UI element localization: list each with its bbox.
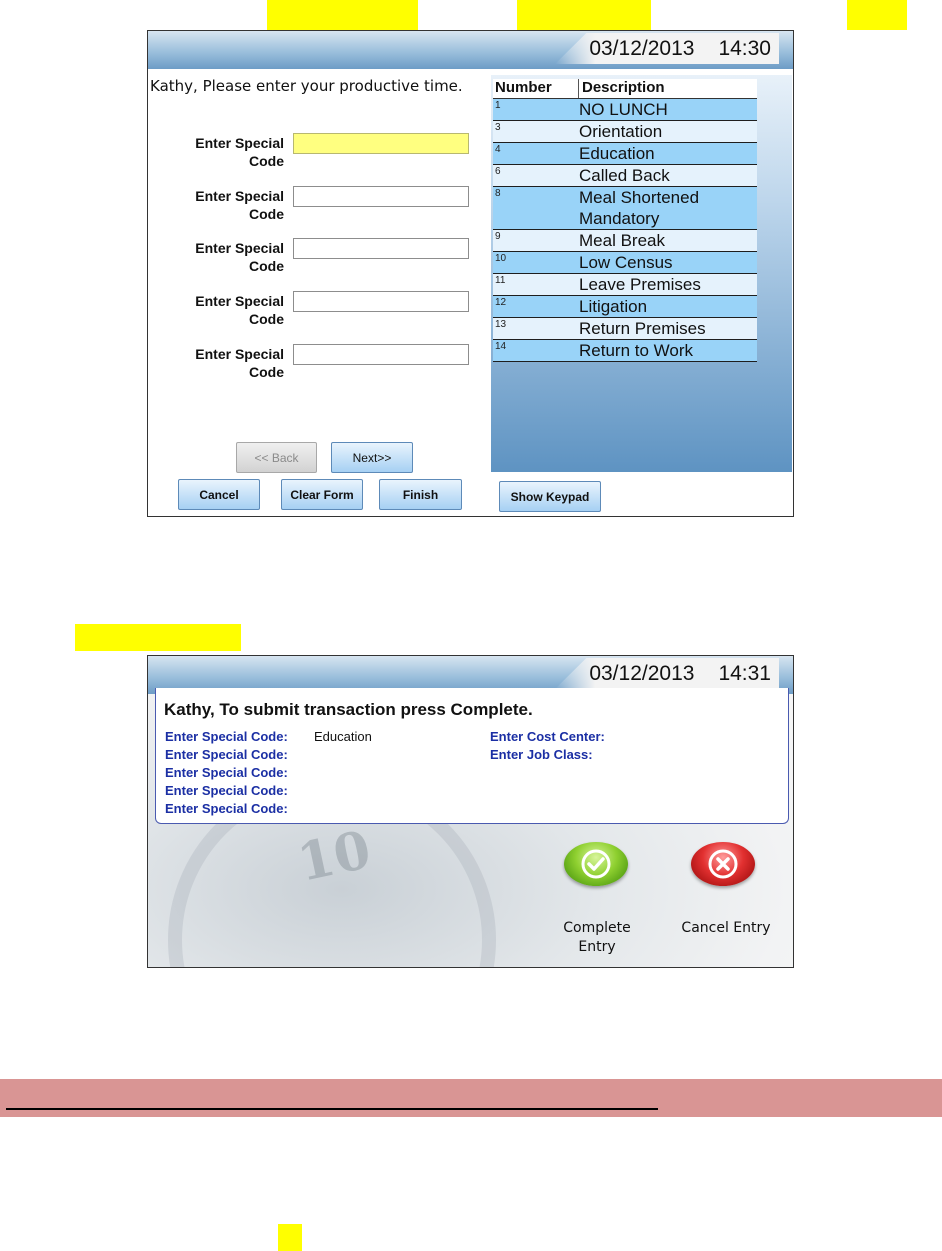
special-code-label: Enter Special Code: xyxy=(165,747,288,762)
clear-form-button[interactable]: Clear Form xyxy=(281,479,363,510)
special-code-label: Enter Special Code xyxy=(148,292,284,328)
table-row[interactable]: 6 Called Back xyxy=(493,165,757,187)
highlight-mark xyxy=(75,624,241,651)
confirm-transaction-screen: 10 11 03/12/2013 14:31 Kathy, To submit … xyxy=(147,655,794,968)
close-icon xyxy=(708,849,738,879)
back-button[interactable]: << Back xyxy=(236,442,317,473)
table-row[interactable]: 1 NO LUNCH xyxy=(493,99,757,121)
code-description: Leave Premises xyxy=(579,275,701,294)
special-code-label: Enter Special Code: xyxy=(165,783,288,798)
datetime-display: 03/12/2013 14:30 xyxy=(555,33,779,64)
transaction-summary: Kathy, To submit transaction press Compl… xyxy=(155,688,789,824)
code-description: Low Census xyxy=(579,253,673,272)
code-number: 13 xyxy=(495,319,507,330)
cancel-entry-button[interactable] xyxy=(691,842,755,886)
complete-entry-label: Complete Entry xyxy=(563,920,631,955)
table-header: Number Description xyxy=(493,79,757,99)
code-description: Meal Shortened Mandatory xyxy=(579,188,700,228)
code-table: Number Description 1 NO LUNCH 3 Orientation… xyxy=(493,79,757,362)
job-class-label: Enter Job Class: xyxy=(490,747,593,762)
table-body: 1 NO LUNCH 3 Orientation 4 Education 6 Called B… xyxy=(493,99,757,362)
code-description: Return Premises xyxy=(579,319,706,338)
code-number: 6 xyxy=(495,166,501,177)
code-description: NO LUNCH xyxy=(579,100,668,119)
next-button[interactable]: Next>> xyxy=(331,442,413,473)
highlight-mark xyxy=(517,0,651,30)
code-number: 10 xyxy=(495,253,507,264)
table-row[interactable]: 14 Return to Work xyxy=(493,340,757,362)
code-number: 14 xyxy=(495,341,507,352)
code-description: Called Back xyxy=(579,166,670,185)
table-row[interactable]: 12 Litigation xyxy=(493,296,757,318)
table-row[interactable]: 10 Low Census xyxy=(493,252,757,274)
special-code-value: Education xyxy=(314,729,372,744)
label-line: Enter Special xyxy=(195,135,284,151)
time-text: 14:30 xyxy=(718,36,771,60)
datetime-display: 03/12/2013 14:31 xyxy=(555,658,779,689)
description-column-header: Description xyxy=(582,79,665,96)
highlight-mark xyxy=(278,1224,302,1251)
table-row[interactable]: 4 Education xyxy=(493,143,757,165)
code-number: 12 xyxy=(495,297,507,308)
code-number: 8 xyxy=(495,188,501,199)
prompt-text: Kathy, Please enter your productive time… xyxy=(150,77,463,95)
special-code-field-5[interactable] xyxy=(293,344,469,365)
code-description: Orientation xyxy=(579,122,663,141)
special-code-field-3[interactable] xyxy=(293,238,469,259)
special-code-label: Enter Special Code xyxy=(148,239,284,275)
section-band xyxy=(0,1079,942,1117)
special-code-field-1[interactable] xyxy=(293,133,469,154)
code-number: 9 xyxy=(495,231,501,242)
special-code-label: Enter Special Code: xyxy=(165,801,288,816)
code-description: Litigation xyxy=(579,297,648,316)
code-number: 3 xyxy=(495,122,501,133)
code-list-panel: Number Description 1 NO LUNCH 3 Orientation… xyxy=(491,75,792,472)
table-row[interactable]: 11 Leave Premises xyxy=(493,274,757,296)
time-text: 14:31 xyxy=(718,661,771,685)
code-number: 11 xyxy=(495,275,506,286)
table-row[interactable]: 8 Meal Shortened Mandatory xyxy=(493,187,757,230)
divider-line xyxy=(6,1108,658,1110)
complete-entry-button[interactable] xyxy=(564,842,628,886)
code-description: Return to Work xyxy=(579,341,694,360)
highlight-mark xyxy=(267,0,418,30)
cost-center-label: Enter Cost Center: xyxy=(490,729,605,744)
header-bar: 03/12/2013 14:30 xyxy=(148,31,793,69)
label-line: Code xyxy=(249,206,284,222)
label-line: Enter Special xyxy=(195,188,284,204)
special-code-label: Enter Special Code xyxy=(148,345,284,381)
number-column-header: Number xyxy=(493,79,579,98)
label-line: Enter Special xyxy=(195,240,284,256)
label-line: Enter Special xyxy=(195,346,284,362)
date-text: 03/12/2013 xyxy=(589,36,695,60)
summary-title: Kathy, To submit transaction press Compl… xyxy=(164,700,533,719)
label-line: Code xyxy=(249,258,284,274)
special-code-field-2[interactable] xyxy=(293,186,469,207)
check-icon xyxy=(581,849,611,879)
special-code-label: Enter Special Code: xyxy=(165,765,288,780)
special-code-label: Enter Special Code: xyxy=(165,729,288,744)
highlight-mark xyxy=(847,0,907,30)
code-description: Meal Break xyxy=(579,231,665,250)
special-code-label: Enter Special Code xyxy=(148,187,284,223)
code-number: 4 xyxy=(495,144,501,155)
special-code-field-4[interactable] xyxy=(293,291,469,312)
show-keypad-button[interactable]: Show Keypad xyxy=(499,481,601,512)
label-line: Enter Special xyxy=(195,293,284,309)
table-row[interactable]: 13 Return Premises xyxy=(493,318,757,340)
date-text: 03/12/2013 xyxy=(589,661,695,685)
code-description: Education xyxy=(579,144,655,163)
cancel-button[interactable]: Cancel xyxy=(178,479,260,510)
special-code-label: Enter Special Code xyxy=(148,134,284,170)
label-line: Code xyxy=(249,364,284,380)
cancel-entry-label: Cancel Entry xyxy=(681,920,771,936)
productive-time-screen: 03/12/2013 14:30 Kathy, Please enter you… xyxy=(147,30,794,517)
table-row[interactable]: 3 Orientation xyxy=(493,121,757,143)
label-line: Code xyxy=(249,311,284,327)
code-number: 1 xyxy=(495,100,501,111)
label-line: Code xyxy=(249,153,284,169)
table-row[interactable]: 9 Meal Break xyxy=(493,230,757,252)
finish-button[interactable]: Finish xyxy=(379,479,462,510)
